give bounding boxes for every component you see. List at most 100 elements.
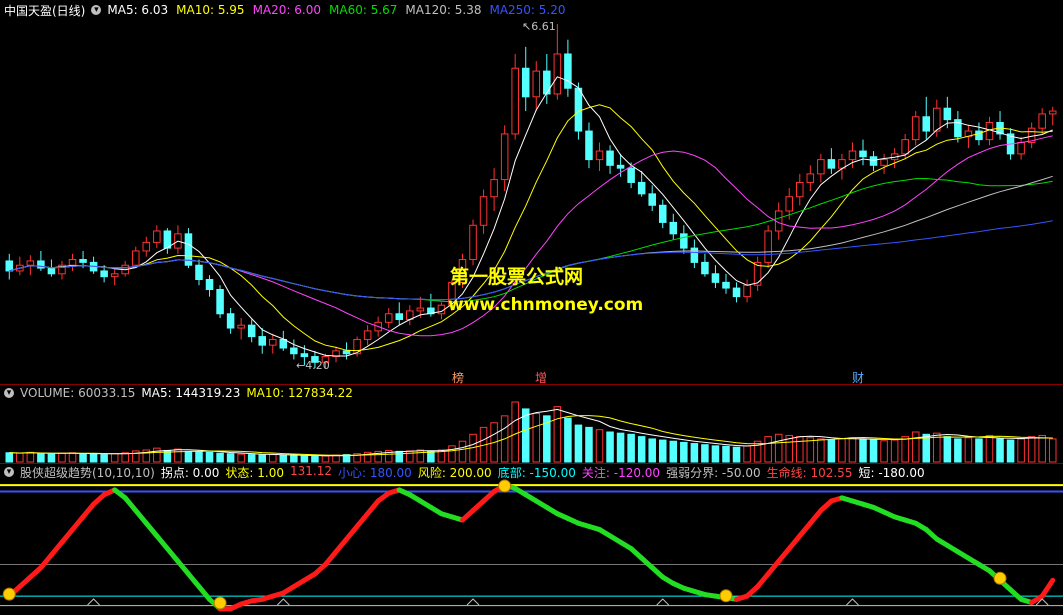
indicator-legend-item-1: 状态: 1.00 (225, 465, 284, 480)
volume-bar (1006, 439, 1015, 463)
smiley-marker-icon (213, 596, 227, 610)
main-pane-header: 中国天盈(日线) ▾ MA5: 6.03 MA10: 5.95 MA20: 6.00… (0, 2, 566, 18)
candle-body (827, 159, 836, 169)
candle-body (796, 181, 804, 198)
indicator-tick-mark (466, 598, 480, 606)
candle-body (859, 150, 867, 158)
volume-bar (606, 431, 614, 463)
candle-body (521, 67, 530, 98)
candle-body (743, 284, 751, 298)
candle-body (363, 330, 372, 340)
volume-bar (174, 448, 182, 463)
volume-bar (838, 438, 846, 463)
indicator-tick-mark (846, 598, 859, 606)
indicator-legend-item-9: 短: -180.00 (858, 465, 925, 480)
volume-bar (532, 413, 541, 463)
settings-circle-icon[interactable]: ▾ (4, 388, 14, 398)
ma-legend-item-3: MA60: 5.67 (329, 3, 398, 17)
volume-bar (869, 439, 878, 463)
event-tag-zeng[interactable]: 增 (535, 369, 547, 386)
candle-body (732, 287, 741, 298)
volume-bar (237, 453, 245, 463)
candle-body (606, 150, 614, 166)
volume-bar (996, 438, 1004, 463)
volume-bar (859, 438, 867, 463)
volume-bar (817, 438, 825, 463)
candle-body (764, 230, 772, 263)
indicator-legend-item-5: 底部: -150.00 (497, 465, 576, 480)
volume-bar (58, 452, 66, 463)
candle-body (342, 350, 351, 355)
volume-bar (1027, 436, 1036, 463)
smiley-marker-icon (498, 479, 512, 493)
volume-bar (26, 451, 35, 463)
volume-bar (796, 436, 804, 463)
volume-bar (247, 454, 256, 463)
volume-bar (574, 424, 583, 463)
candle-body (479, 196, 488, 226)
volume-bar (290, 455, 298, 463)
candle-body (226, 313, 235, 329)
event-tag-bang[interactable]: 榜 (452, 369, 464, 386)
ma-legend: MA5: 6.03 MA10: 5.95 MA20: 6.00 MA60: 5.67 M… (107, 3, 565, 17)
volume-bar (954, 438, 962, 463)
candle-body (658, 204, 667, 223)
volume-bar (595, 429, 604, 463)
candle-body (701, 261, 709, 275)
indicator-trend-segment (1039, 577, 1056, 599)
candle-body (195, 264, 203, 281)
indicator-name[interactable]: 股侠超级趋势(10,10,10) (20, 464, 155, 481)
volume-pane-header: ▾ VOLUME: 60033.15 MA5: 144319.23 MA10: … (0, 385, 353, 401)
volume-bar (585, 426, 593, 463)
indicator-tick-mark (87, 598, 100, 606)
candle-body (131, 250, 140, 266)
candle-body (848, 150, 857, 161)
candle-body (26, 260, 35, 266)
candle-body (395, 313, 404, 320)
volume-bar (627, 433, 635, 463)
candle-body (153, 230, 161, 243)
candle-body (711, 273, 720, 283)
candle-body (933, 107, 941, 132)
candle-body (669, 221, 678, 235)
volume-bar (753, 440, 762, 463)
candle-body (1038, 113, 1046, 129)
low-price-label: ←4.20 (296, 359, 330, 372)
candle-body (869, 156, 878, 166)
volume-bar (205, 451, 214, 463)
volume-label: VOLUME: 60033.15 (20, 386, 136, 400)
volume-bar (395, 450, 404, 463)
candle-body (110, 273, 119, 278)
candle-body (532, 70, 541, 98)
candle-body (279, 338, 288, 349)
volume-bar (764, 436, 772, 463)
event-tag-cai[interactable]: 财 (852, 369, 864, 386)
ma-legend-item-2: MA20: 6.00 (252, 3, 321, 17)
settings-circle-icon[interactable]: ▾ (91, 5, 102, 15)
indicator-legend-item-0: 拐点: 0.00 (160, 465, 220, 480)
candle-body (5, 260, 14, 272)
candle-body (300, 353, 309, 358)
volume-bar (658, 439, 667, 463)
indicator-legend-item-3: 小心: 180.00 (337, 465, 412, 480)
volume-bar (880, 440, 888, 463)
candle-body (574, 87, 583, 132)
indicator-legend-item-2: 131.12 (289, 463, 332, 478)
volume-bar (110, 453, 119, 463)
volume-bar (806, 437, 815, 463)
watermark-url: www.chnmoney.com (448, 295, 644, 315)
volume-bar (943, 436, 952, 463)
candle-body (416, 307, 425, 312)
candle-body (237, 324, 245, 329)
candle-body (880, 159, 888, 166)
volume-bar (216, 452, 224, 463)
volume-bar (195, 451, 203, 463)
settings-circle-icon[interactable]: ▾ (4, 467, 14, 477)
candle-body (901, 139, 909, 155)
stock-title[interactable]: 中国天盈(日线) (4, 2, 85, 19)
volume-bar (68, 452, 77, 463)
candle-body (142, 241, 151, 252)
volume-bar (648, 438, 656, 463)
ma-legend-item-1: MA10: 5.95 (176, 3, 245, 17)
candle-body (258, 336, 266, 346)
